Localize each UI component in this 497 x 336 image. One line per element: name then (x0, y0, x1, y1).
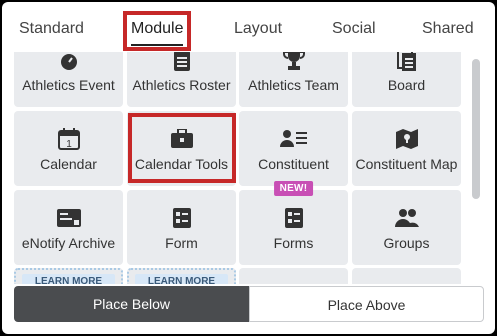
tile-partial[interactable] (352, 268, 461, 284)
tile-form[interactable]: Form (127, 190, 236, 265)
tile-athletics-event[interactable]: Athletics Event (14, 52, 123, 107)
tile-partial[interactable] (239, 268, 348, 284)
tab-bar: Standard Module Layout Social Shared (2, 2, 495, 52)
tile-label: Board (387, 77, 426, 93)
module-grid: Athletics Event Athletics Roster Athleti… (14, 52, 462, 284)
tile-athletics-team[interactable]: Athletics Team (239, 52, 348, 107)
tile-athletics-roster[interactable]: Athletics Roster (127, 52, 236, 107)
calendar-icon: 1 (14, 127, 123, 151)
place-below-button[interactable]: Place Below (14, 286, 249, 322)
tile-label: Groups (383, 235, 430, 251)
scrollbar-thumb[interactable] (472, 59, 480, 199)
tile-label: Constituent (258, 156, 329, 172)
tab-module[interactable]: Module (131, 19, 184, 46)
tile-forms[interactable]: NEW! Forms (239, 181, 348, 265)
tile-label: Athletics Roster (132, 77, 231, 93)
partial-icon (239, 278, 348, 284)
tile-label: Constituent Map (355, 156, 458, 172)
tab-shared[interactable]: Shared (422, 19, 474, 39)
forms-icon (239, 206, 348, 230)
tile-label: Athletics Event (22, 77, 115, 93)
svg-text:1: 1 (66, 139, 72, 150)
tile-constituent-map[interactable]: Constituent Map (352, 111, 461, 186)
tile-label: Calendar (40, 156, 97, 172)
trophy-icon (239, 52, 348, 72)
place-above-button[interactable]: Place Above (249, 286, 484, 322)
stopwatch-icon (14, 52, 123, 72)
tile-constituent[interactable]: Constituent (239, 111, 348, 186)
tile-board[interactable]: Board (352, 52, 461, 107)
tile-partial[interactable]: LEARN MORE (127, 268, 236, 284)
documents-icon (352, 52, 461, 72)
briefcase-icon (127, 127, 236, 151)
tile-partial[interactable]: LEARN MORE (14, 268, 123, 284)
learn-more-tag: LEARN MORE (135, 274, 228, 284)
tile-enotify-archive[interactable]: eNotify Archive (14, 190, 123, 265)
tile-label: Athletics Team (248, 77, 339, 93)
tile-label: Form (165, 235, 198, 251)
group-icon (352, 206, 461, 230)
tile-calendar[interactable]: 1 Calendar (14, 111, 123, 186)
form-icon (127, 206, 236, 230)
tile-label: Calendar Tools (134, 156, 229, 172)
tile-label: eNotify Archive (21, 235, 116, 251)
module-picker-panel: Standard Module Layout Social Shared Ath… (2, 2, 495, 334)
archive-card-icon (14, 206, 123, 230)
chevron-down-icon (352, 278, 461, 284)
tab-standard[interactable]: Standard (19, 19, 84, 39)
tab-layout[interactable]: Layout (234, 19, 282, 39)
contact-card-icon (239, 127, 348, 151)
tile-calendar-tools[interactable]: Calendar Tools (127, 111, 236, 186)
placement-buttons: Place Below Place Above (14, 286, 484, 322)
clipboard-icon (127, 52, 236, 72)
new-badge: NEW! (273, 181, 314, 196)
learn-more-tag: LEARN MORE (22, 274, 115, 284)
tab-social[interactable]: Social (332, 19, 376, 39)
tile-groups[interactable]: Groups (352, 190, 461, 265)
tile-label: Forms (273, 235, 314, 251)
map-pin-icon (352, 127, 461, 151)
